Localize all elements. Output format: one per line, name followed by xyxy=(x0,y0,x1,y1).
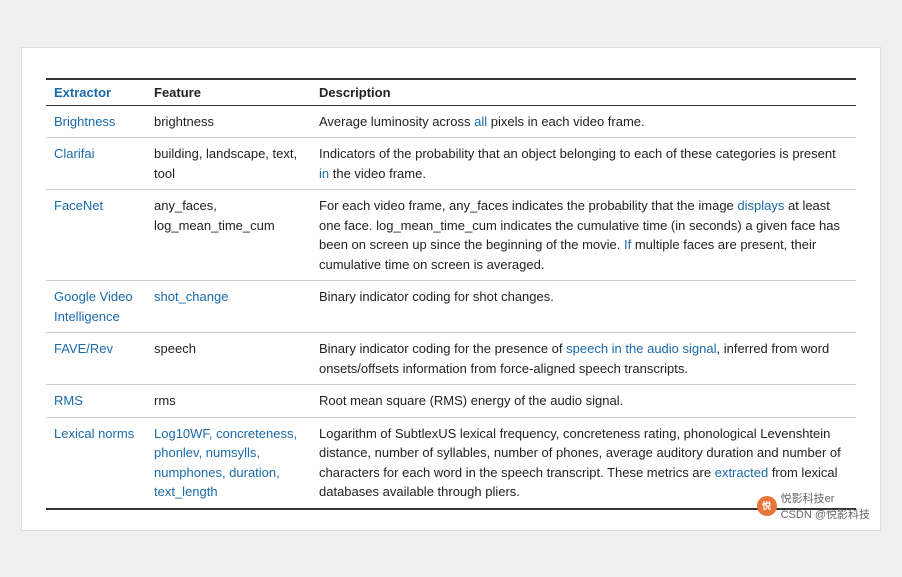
col-header-extractor: Extractor xyxy=(46,79,146,106)
cell-description: For each video frame, any_faces indicate… xyxy=(311,190,856,281)
cell-description: Average luminosity across all pixels in … xyxy=(311,105,856,138)
col-header-feature: Feature xyxy=(146,79,311,106)
cell-feature: any_faces, log_mean_time_cum xyxy=(146,190,311,281)
cell-feature: brightness xyxy=(146,105,311,138)
cell-extractor: RMS xyxy=(46,385,146,418)
table-row: RMSrmsRoot mean square (RMS) energy of t… xyxy=(46,385,856,418)
table-row: FAVE/RevspeechBinary indicator coding fo… xyxy=(46,333,856,385)
watermark: 悦 悦影科技erCSDN @悦影科技 xyxy=(757,490,870,522)
table-row: Lexical normsLog10WF, concreteness, phon… xyxy=(46,417,856,509)
cell-description: Indicators of the probability that an ob… xyxy=(311,138,856,190)
cell-description: Binary indicator coding for shot changes… xyxy=(311,281,856,333)
page-container: Extractor Feature Description Brightness… xyxy=(21,47,881,531)
cell-feature: building, landscape, text, tool xyxy=(146,138,311,190)
watermark-text: 悦影科技erCSDN @悦影科技 xyxy=(781,490,870,522)
cell-feature: speech xyxy=(146,333,311,385)
cell-extractor: FAVE/Rev xyxy=(46,333,146,385)
table-row: FaceNetany_faces, log_mean_time_cumFor e… xyxy=(46,190,856,281)
cell-extractor: FaceNet xyxy=(46,190,146,281)
cell-feature: Log10WF, concreteness, phonlev, numsylls… xyxy=(146,417,311,509)
cell-extractor: Clarifai xyxy=(46,138,146,190)
table-row: Google Video Intelligenceshot_changeBina… xyxy=(46,281,856,333)
watermark-logo: 悦 xyxy=(757,496,777,516)
cell-description: Binary indicator coding for the presence… xyxy=(311,333,856,385)
cell-extractor: Google Video Intelligence xyxy=(46,281,146,333)
table-row: BrightnessbrightnessAverage luminosity a… xyxy=(46,105,856,138)
cell-feature: rms xyxy=(146,385,311,418)
cell-extractor: Brightness xyxy=(46,105,146,138)
cell-feature: shot_change xyxy=(146,281,311,333)
main-table: Extractor Feature Description Brightness… xyxy=(46,78,856,510)
col-header-description: Description xyxy=(311,79,856,106)
cell-extractor: Lexical norms xyxy=(46,417,146,509)
cell-description: Root mean square (RMS) energy of the aud… xyxy=(311,385,856,418)
table-row: Clarifaibuilding, landscape, text, toolI… xyxy=(46,138,856,190)
table-header-row: Extractor Feature Description xyxy=(46,79,856,106)
